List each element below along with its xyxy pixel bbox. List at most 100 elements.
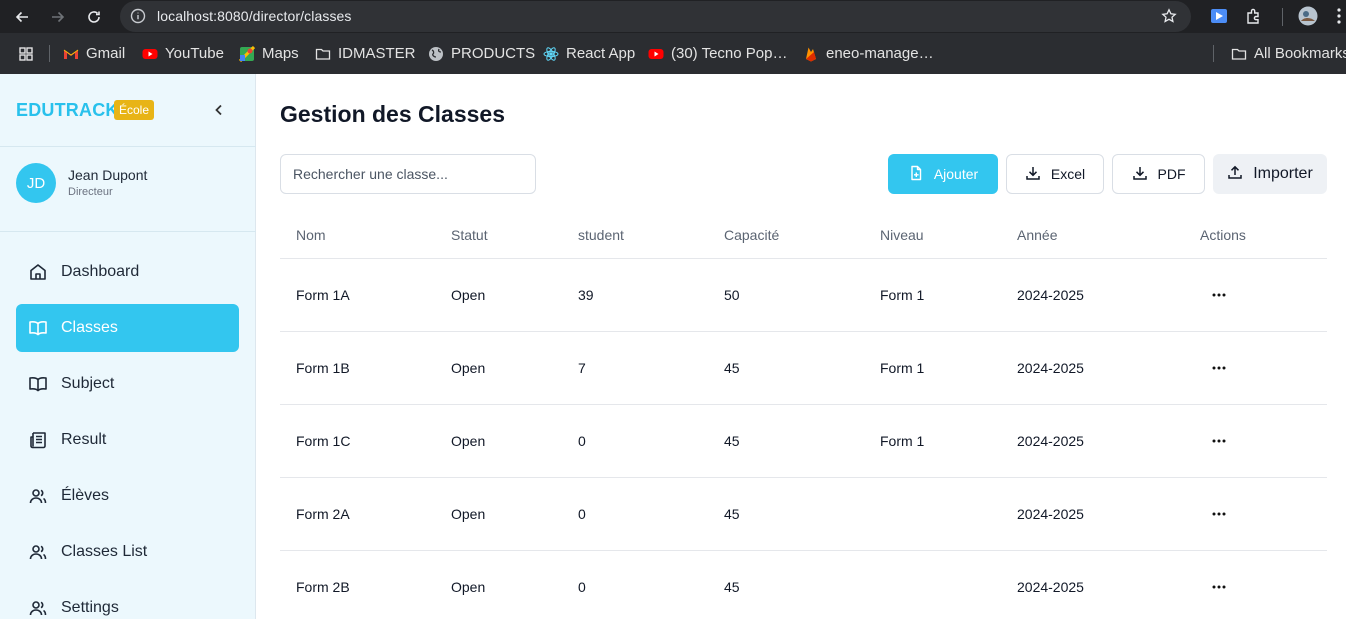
page-title: Gestion des Classes: [280, 101, 505, 127]
bookmark-tecno-pop[interactable]: (30) Tecno Pop…: [648, 33, 787, 74]
file-plus-icon: [908, 165, 924, 184]
sidebar-item-label: Subject: [61, 375, 115, 392]
sidebar-item-label: Result: [61, 431, 107, 448]
column-header-student[interactable]: student: [578, 227, 624, 243]
cell-student: 7: [578, 360, 586, 376]
site-info-icon[interactable]: [130, 8, 146, 24]
add-class-button[interactable]: Ajouter: [888, 154, 998, 194]
import-button-label: Importer: [1253, 165, 1313, 182]
sidebar-item-label: Classes List: [61, 543, 148, 560]
avatar[interactable]: JD: [16, 163, 56, 203]
users-icon: [28, 486, 48, 506]
search-input[interactable]: [280, 154, 536, 194]
cell-nom: Form 1A: [296, 287, 350, 303]
cell-nom: Form 2A: [296, 506, 350, 522]
sidebar-item-classes-list[interactable]: Classes List: [16, 528, 239, 576]
all-bookmarks[interactable]: All Bookmarks: [1231, 33, 1346, 74]
more-actions-icon[interactable]: [1208, 576, 1230, 598]
bookmarks-divider: [49, 45, 50, 62]
brand-logo: EDUTRACK: [16, 100, 119, 120]
book-open-icon: [28, 318, 48, 338]
sidebar-item-label: Élèves: [61, 487, 110, 504]
upload-icon: [1227, 164, 1243, 185]
cell-annee: 2024-2025: [1017, 433, 1084, 449]
more-actions-icon[interactable]: [1208, 430, 1230, 452]
newspaper-icon: [28, 430, 48, 450]
export-pdf-button[interactable]: PDF: [1112, 154, 1205, 194]
bookmark-eneo-manage[interactable]: eneo-manage…: [803, 33, 934, 74]
sidebar-item-subject[interactable]: Subject: [16, 360, 239, 408]
profile-avatar-icon[interactable]: [1298, 6, 1318, 26]
bookmark-gmail[interactable]: Gmail: [63, 33, 125, 74]
bookmark-idmaster[interactable]: IDMASTER: [315, 33, 416, 74]
cell-nom: Form 1B: [296, 360, 350, 376]
table-row[interactable]: Form 1C Open 0 45 Form 1 2024-2025: [280, 405, 1327, 478]
column-header-niveau[interactable]: Niveau: [880, 227, 924, 243]
bookmark-react-app[interactable]: React App: [543, 33, 635, 74]
school-badge: École: [114, 100, 155, 120]
address-bar[interactable]: localhost:8080/director/classes: [120, 1, 1191, 32]
bookmarks-bar: Gmail YouTube Maps IDMASTER PRODUCTS Rea…: [0, 33, 1346, 74]
sidebar-item-label: Classes: [61, 319, 118, 336]
bookmark-label: YouTube: [165, 45, 224, 62]
more-actions-icon[interactable]: [1208, 357, 1230, 379]
download-icon: [1025, 165, 1041, 184]
cell-capacite: 45: [724, 360, 740, 376]
extension-icon[interactable]: [1210, 7, 1228, 25]
users-icon: [28, 542, 48, 562]
column-header-statut[interactable]: Statut: [451, 227, 488, 243]
more-actions-icon[interactable]: [1208, 284, 1230, 306]
cell-statut: Open: [451, 360, 486, 376]
forward-arrow-icon[interactable]: [47, 6, 69, 28]
cell-statut: Open: [451, 579, 486, 595]
firebase-icon: [803, 46, 819, 62]
globe-icon: [428, 46, 444, 62]
bookmark-label: eneo-manage…: [826, 45, 934, 62]
folder-icon: [1231, 46, 1247, 62]
bookmark-label: React App: [566, 45, 636, 62]
bookmark-products[interactable]: PRODUCTS: [428, 33, 535, 74]
bookmark-star-icon[interactable]: [1161, 8, 1177, 24]
menu-kebab-icon[interactable]: [1334, 7, 1344, 25]
column-header-annee[interactable]: Année: [1017, 227, 1057, 243]
bookmark-label: Maps: [262, 45, 299, 62]
apps-grid-icon[interactable]: [18, 33, 34, 74]
cell-niveau: Form 1: [880, 433, 925, 449]
chevron-left-icon[interactable]: [210, 101, 228, 119]
sidebar-divider: [0, 231, 256, 232]
bookmark-maps[interactable]: Maps: [239, 33, 299, 74]
all-bookmarks-label: All Bookmarks: [1254, 45, 1346, 62]
extensions-puzzle-icon[interactable]: [1245, 7, 1263, 25]
column-header-nom[interactable]: Nom: [296, 227, 326, 243]
sidebar-item-settings[interactable]: Settings: [16, 584, 239, 619]
cell-annee: 2024-2025: [1017, 360, 1084, 376]
table-row[interactable]: Form 1B Open 7 45 Form 1 2024-2025: [280, 332, 1327, 405]
users-icon: [28, 598, 48, 618]
cell-capacite: 45: [724, 506, 740, 522]
cell-capacite: 45: [724, 579, 740, 595]
export-excel-button[interactable]: Excel: [1006, 154, 1104, 194]
sidebar-item-result[interactable]: Result: [16, 416, 239, 464]
maps-icon: [239, 45, 255, 62]
back-arrow-icon[interactable]: [11, 6, 33, 28]
sidebar-item-classes[interactable]: Classes: [16, 304, 239, 352]
sidebar-item-eleves[interactable]: Élèves: [16, 472, 239, 520]
user-name: Jean Dupont: [68, 167, 148, 183]
reload-icon[interactable]: [83, 6, 105, 28]
cell-annee: 2024-2025: [1017, 506, 1084, 522]
import-button[interactable]: Importer: [1213, 154, 1327, 194]
table-row[interactable]: Form 1A Open 39 50 Form 1 2024-2025: [280, 259, 1327, 332]
column-header-actions: Actions: [1200, 227, 1246, 243]
youtube-icon: [142, 46, 158, 62]
cell-statut: Open: [451, 506, 486, 522]
react-icon: [543, 46, 559, 62]
table-row[interactable]: Form 2A Open 0 45 2024-2025: [280, 478, 1327, 551]
more-actions-icon[interactable]: [1208, 503, 1230, 525]
cell-statut: Open: [451, 433, 486, 449]
bookmarks-divider: [1213, 45, 1214, 62]
bookmark-youtube[interactable]: YouTube: [142, 33, 224, 74]
sidebar-item-dashboard[interactable]: Dashboard: [16, 248, 239, 296]
table-row[interactable]: Form 2B Open 0 45 2024-2025: [280, 551, 1327, 619]
column-header-capacite[interactable]: Capacité: [724, 227, 779, 243]
classes-table: Nom Statut student Capacité Niveau Année…: [280, 211, 1327, 619]
